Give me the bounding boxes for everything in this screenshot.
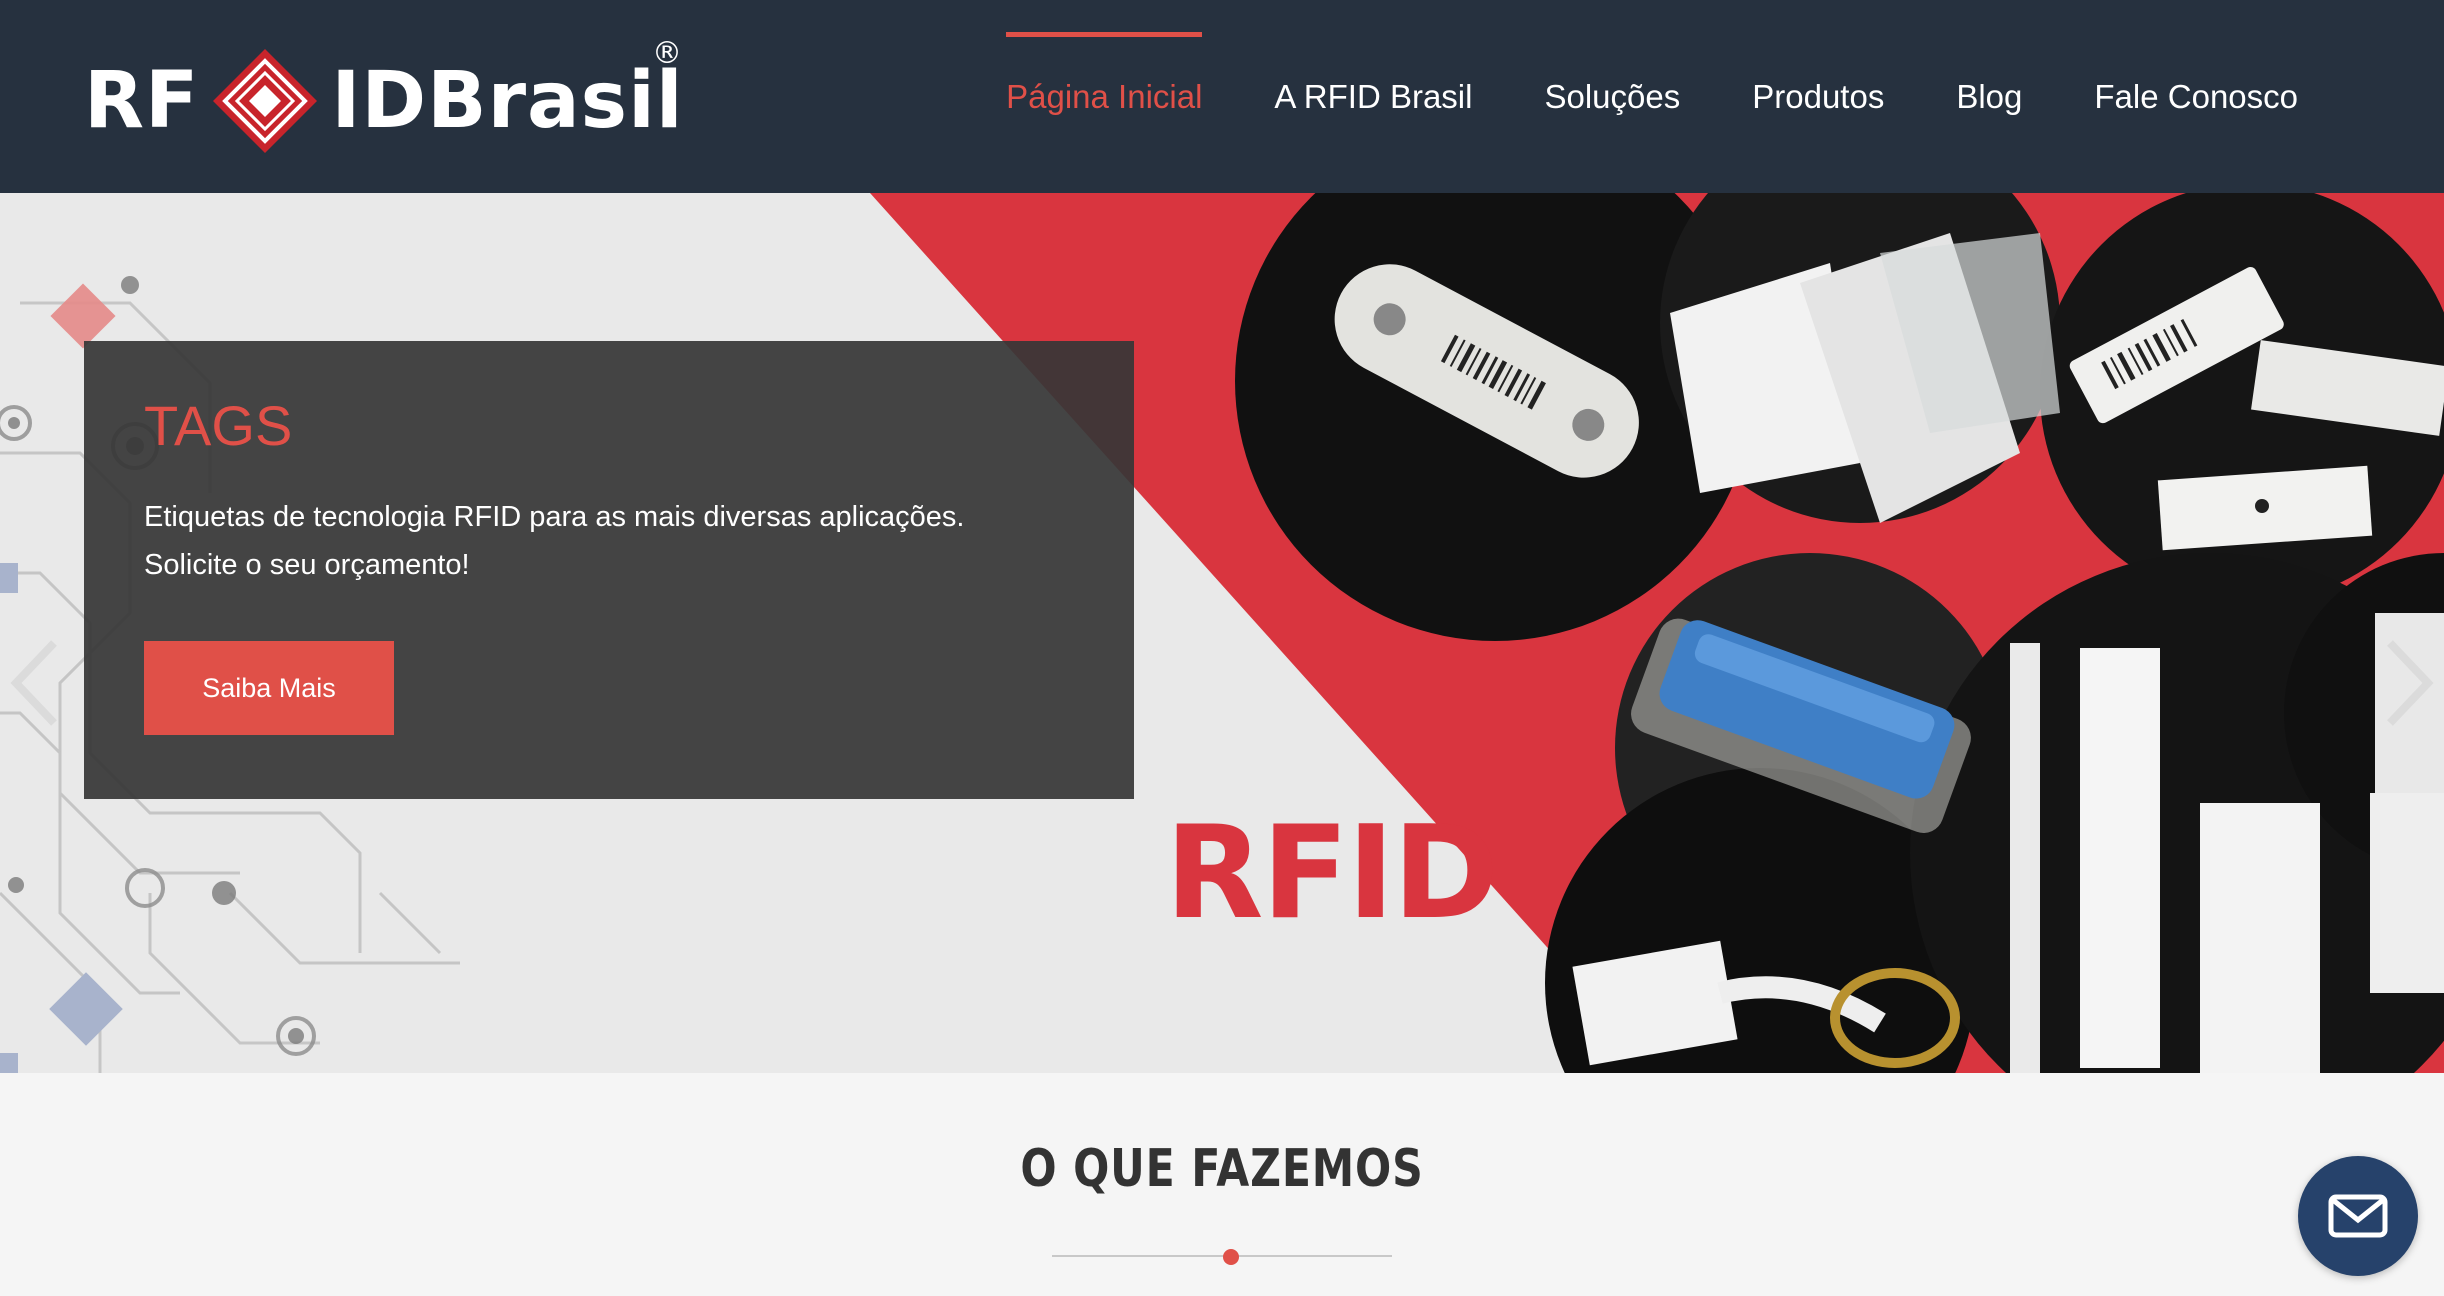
nav-item-products[interactable]: Produtos	[1716, 0, 1920, 193]
chevron-right-icon[interactable]	[2378, 633, 2438, 733]
registered-mark: ®	[652, 36, 682, 71]
chevron-left-icon[interactable]	[6, 633, 66, 733]
hero-image-rfid-text: RFID	[1165, 799, 1499, 948]
hero-caption-box: TAGS Etiquetas de tecnologia RFID para a…	[84, 341, 1134, 799]
section-title: O QUE FAZEMOS	[1020, 1139, 1424, 1199]
saiba-mais-button[interactable]: Saiba Mais	[144, 641, 394, 735]
nav-item-about[interactable]: A RFID Brasil	[1238, 0, 1508, 193]
hero-text-line-1: Etiquetas de tecnologia RFID para as mai…	[144, 501, 965, 533]
envelope-icon	[2328, 1194, 2388, 1238]
nav-item-solutions[interactable]: Soluções	[1508, 0, 1716, 193]
nav-item-contact[interactable]: Fale Conosco	[2058, 0, 2334, 193]
hero-title: TAGS	[144, 394, 293, 457]
what-we-do-section: O QUE FAZEMOS	[0, 1073, 2444, 1296]
nav-item-blog[interactable]: Blog	[1920, 0, 2058, 193]
nav-item-home[interactable]: Página Inicial	[970, 0, 1238, 193]
main-nav: Página Inicial A RFID Brasil Soluções Pr…	[970, 0, 2334, 193]
site-header: RF IDBrasil ® Página Inicial A RFID Bras…	[0, 0, 2444, 193]
logo-diamond-icon	[213, 49, 318, 153]
site-logo[interactable]: RF IDBrasil ®	[84, 36, 684, 166]
section-divider	[1052, 1255, 1392, 1257]
hero-text-line-2: Solicite o seu orçamento!	[144, 549, 470, 581]
logo-text-idbrasil: IDBrasil	[331, 56, 684, 146]
divider-dot	[1223, 1249, 1239, 1265]
hero-description: Etiquetas de tecnologia RFID para as mai…	[144, 493, 1094, 589]
floating-contact-button[interactable]	[2298, 1156, 2418, 1276]
logo-text-rf: RF	[84, 56, 200, 146]
hero-slider: RFID TAGS Etiquetas de tecnologia RFID p…	[0, 193, 2444, 1073]
